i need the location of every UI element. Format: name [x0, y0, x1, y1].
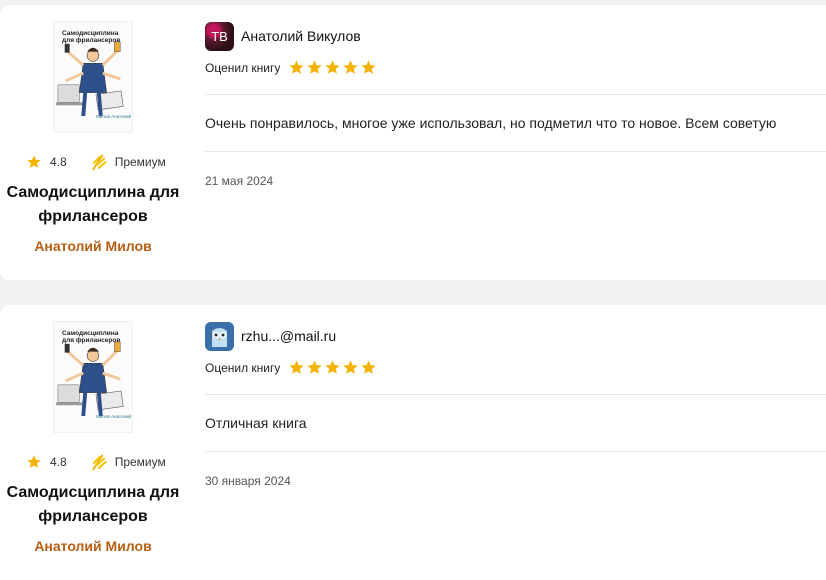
book-info: Самодисциплина для фрилансеров Милов Ана…	[0, 5, 186, 280]
star-icon	[325, 360, 340, 374]
star-icon	[361, 360, 376, 374]
book-title-link[interactable]: Самодисциплина для фрилансеров	[0, 481, 186, 529]
cover-title: Самодисциплина для фрилансеров	[62, 330, 121, 344]
book-info: Самодисциплина для фрилансеров Милов Ана…	[0, 305, 186, 580]
user-rating: Оценил книгу	[205, 59, 378, 76]
owl-icon	[205, 321, 234, 351]
review-user[interactable]: ТВ Анатолий Викулов	[205, 21, 361, 51]
star-icon	[289, 360, 304, 374]
review-card: Самодисциплина для фрилансеров Милов Ана…	[0, 305, 826, 580]
star-icon	[343, 360, 358, 374]
avatar-initials: ТВ	[211, 28, 228, 44]
user-rating: Оценил книгу	[205, 359, 378, 376]
book-cover[interactable]: Самодисциплина для фрилансеров Милов Ана…	[53, 321, 133, 433]
cover-author: Милов Анатолий	[96, 414, 132, 419]
book-cover[interactable]: Самодисциплина для фрилансеров Милов Ана…	[53, 21, 133, 133]
book-author-link[interactable]: Анатолий Милов	[0, 238, 186, 254]
premium-badge: Премиум	[114, 155, 166, 169]
cover-author: Милов Анатолий	[96, 114, 132, 119]
premium-icon	[92, 154, 107, 171]
star-icon	[307, 60, 322, 74]
user-name[interactable]: Анатолий Викулов	[241, 28, 361, 44]
premium-icon	[92, 454, 107, 471]
cover-title: Самодисциплина для фрилансеров	[62, 30, 121, 44]
rated-label: Оценил книгу	[205, 60, 281, 75]
book-rating: 4.8	[50, 455, 67, 469]
review-body: ТВ Анатолий Викулов Оценил книгу Очень п…	[205, 5, 826, 280]
divider	[205, 394, 826, 395]
star-icon	[325, 60, 340, 74]
review-date: 21 мая 2024	[205, 174, 274, 188]
review-body: rzhu...@mail.ru Оценил книгу Отличная кн…	[205, 305, 826, 580]
review-text: Отличная книга	[205, 415, 307, 431]
divider	[205, 451, 826, 452]
book-author-link[interactable]: Анатолий Милов	[0, 538, 186, 554]
star-icon	[289, 60, 304, 74]
rating-stars	[288, 359, 378, 376]
user-name[interactable]: rzhu...@mail.ru	[241, 328, 336, 344]
star-icon	[307, 360, 322, 374]
book-meta: 4.8 Премиум	[26, 153, 166, 171]
book-title-link[interactable]: Самодисциплина для фрилансеров	[0, 181, 186, 229]
owl-avatar-icon[interactable]	[205, 321, 234, 351]
review-text: Очень понравилось, многое уже использова…	[205, 115, 777, 131]
book-rating: 4.8	[50, 155, 67, 169]
review-user[interactable]: rzhu...@mail.ru	[205, 321, 336, 351]
rating-stars	[288, 59, 378, 76]
book-meta: 4.8 Премиум	[26, 453, 166, 471]
divider	[205, 94, 826, 95]
star-icon	[27, 155, 41, 168]
user-avatar[interactable]: ТВ	[205, 21, 234, 51]
review-card: Самодисциплина для фрилансеров Милов Ана…	[0, 5, 826, 280]
divider	[205, 151, 826, 152]
star-icon	[27, 455, 41, 468]
star-icon	[361, 60, 376, 74]
review-date: 30 января 2024	[205, 474, 291, 488]
premium-badge: Премиум	[114, 455, 166, 469]
rated-label: Оценил книгу	[205, 360, 281, 375]
star-icon	[343, 60, 358, 74]
